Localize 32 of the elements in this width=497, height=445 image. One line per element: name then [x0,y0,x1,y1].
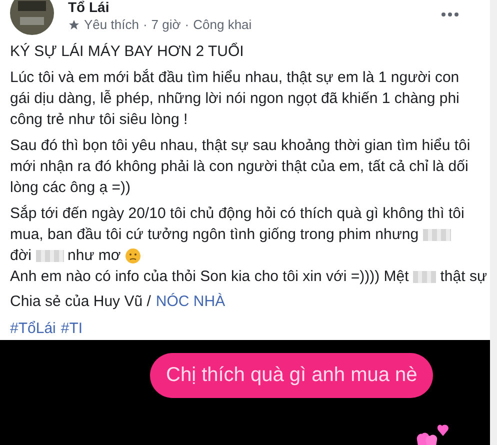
more-options-icon[interactable] [441,12,459,17]
post-text: Sắp tới đến ngày 20/10 tôi chủ động hỏi có thích quà gì không thì tôi [10,204,464,224]
page-link[interactable]: NÓC NHÀ [156,292,226,312]
credit-text: Chia sẻ của Huy Vũ / [10,292,151,312]
post-text: mới nhận ra đó không phải là con người thật của em, tất cả chỉ là dối [10,157,468,177]
post-text: Lúc tôi và em mới bắt đầu tìm hiểu nhau, thật sự em là 1 người con [10,68,460,88]
separator-dot: · [184,17,190,32]
post-text: công trẻ như tôi siêu lòng ! [10,110,188,130]
post-title: KÝ SỰ LÁI MÁY BAY HƠN 2 TUỔI [10,42,245,62]
blurred-word [422,228,451,240]
author-name[interactable]: Tổ Lái [68,0,441,15]
post-text: Sau đó thì bọn tôi yêu nhau, thật sự sau khoảng thời gian tìm hiểu tôi [10,136,470,156]
star-icon [68,18,80,30]
separator-dot: · [142,17,148,32]
post-text: như mơ [68,246,121,266]
avatar-icon[interactable] [10,0,54,35]
blurred-word [412,270,436,282]
message-bubble: Chị thích quà gì anh mua nè [150,353,434,398]
hashtag-link[interactable]: #TI [60,320,83,337]
blurred-word [36,250,64,262]
post-text: thật sự [440,267,487,287]
post-text: đời [10,246,32,266]
emoji-icon [124,248,141,264]
scrollbar[interactable] [490,0,497,445]
post-text: Anh em nào có info của thỏi Son kia cho tôi xin với =)))) Mệt [10,267,409,287]
post-time[interactable]: 7 giờ [151,17,181,32]
post-text: lòng các ông ạ =)) [10,178,130,198]
hashtag-link[interactable]: #TổLái [10,320,56,337]
privacy-label: Công khai [193,17,252,32]
post-text: gái dịu dàng, lễ phép, những lời nói ngon ngọt đã khiến 1 chàng phi [10,89,460,109]
badge-label: Yêu thích [84,17,139,32]
post-text: mua, ban đầu tôi cứ tưởng ngôn tình giống trong phim nhưng [10,225,419,245]
